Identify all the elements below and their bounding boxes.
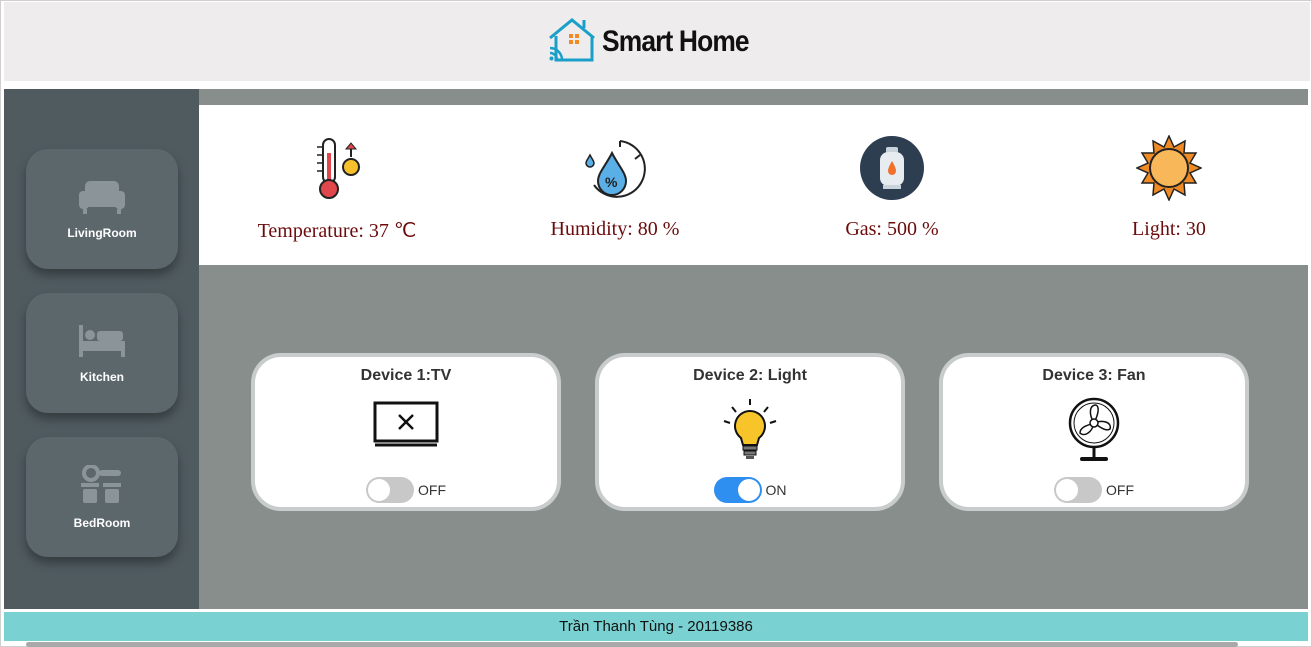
- tv-icon: [373, 397, 439, 452]
- brand: Smart Home: [546, 14, 769, 69]
- toggle-knob: [737, 479, 760, 501]
- horizontal-scrollbar[interactable]: [26, 642, 1238, 647]
- device-title: Device 3: Fan: [1042, 367, 1146, 384]
- fan-power-toggle[interactable]: [1054, 477, 1102, 503]
- footer: Trần Thanh Tùng - 20119386: [4, 612, 1308, 641]
- smart-home-logo-icon: [546, 14, 598, 69]
- device-title: Device 1:TV: [360, 367, 452, 384]
- gas-cylinder-icon: [859, 135, 925, 206]
- humidity-icon: %: [580, 135, 650, 206]
- toggle-row: OFF: [255, 477, 557, 503]
- temperature-value: Temperature: 37 ℃: [257, 220, 417, 242]
- kitchen-icon: [79, 463, 125, 510]
- toggle-state-label: OFF: [1106, 482, 1134, 498]
- toggle-knob: [368, 479, 390, 501]
- sidebar: LivingRoom Kitchen BedRoom: [4, 89, 199, 609]
- header: Smart Home: [4, 2, 1310, 81]
- sensor-gas: Gas: 500 %: [772, 135, 1012, 241]
- sidebar-item-label: LivingRoom: [67, 225, 137, 240]
- device-card-light: Device 2: Light ON: [595, 353, 905, 511]
- fan-icon: [1066, 397, 1122, 468]
- light-value: Light: 30: [1132, 218, 1206, 240]
- sofa-icon: [77, 179, 127, 220]
- light-power-toggle[interactable]: [713, 477, 762, 503]
- sensor-panel: Temperature: 37 ℃ % Humidity: 80 % Gas: …: [199, 105, 1308, 265]
- app-title: Smart Home: [601, 24, 750, 58]
- sidebar-item-kitchen[interactable]: Kitchen: [26, 293, 178, 413]
- device-card-fan: Device 3: Fan OFF: [939, 353, 1249, 511]
- sidebar-item-label: Kitchen: [79, 369, 124, 384]
- toggle-state-label: ON: [765, 482, 787, 498]
- toggle-state-label: OFF: [418, 482, 446, 498]
- tv-power-toggle[interactable]: [366, 477, 414, 503]
- sidebar-item-bedroom[interactable]: BedRoom: [26, 437, 178, 557]
- toggle-row: ON: [599, 477, 901, 503]
- toggle-knob: [1056, 479, 1078, 501]
- thermometer-icon: [309, 135, 365, 206]
- sensor-light: Light: 30: [1049, 134, 1289, 241]
- humidity-value: Humidity: 80 %: [550, 218, 680, 240]
- svg-text:%: %: [605, 174, 618, 190]
- bed-icon: [77, 323, 127, 364]
- sidebar-item-livingroom[interactable]: LivingRoom: [26, 149, 178, 269]
- gas-value: Gas: 500 %: [845, 218, 939, 240]
- toggle-row: OFF: [943, 477, 1245, 503]
- sun-icon: [1135, 134, 1203, 206]
- sensor-humidity: % Humidity: 80 %: [495, 135, 735, 241]
- sensor-temperature: Temperature: 37 ℃: [217, 135, 457, 243]
- light-bulb-icon: [720, 397, 780, 468]
- sidebar-item-label: BedRoom: [73, 515, 131, 530]
- main-content: Temperature: 37 ℃ % Humidity: 80 % Gas: …: [199, 89, 1308, 609]
- footer-credit: Trần Thanh Tùng - 20119386: [559, 618, 753, 635]
- device-card-tv: Device 1:TV OFF: [251, 353, 561, 511]
- device-title: Device 2: Light: [693, 367, 807, 384]
